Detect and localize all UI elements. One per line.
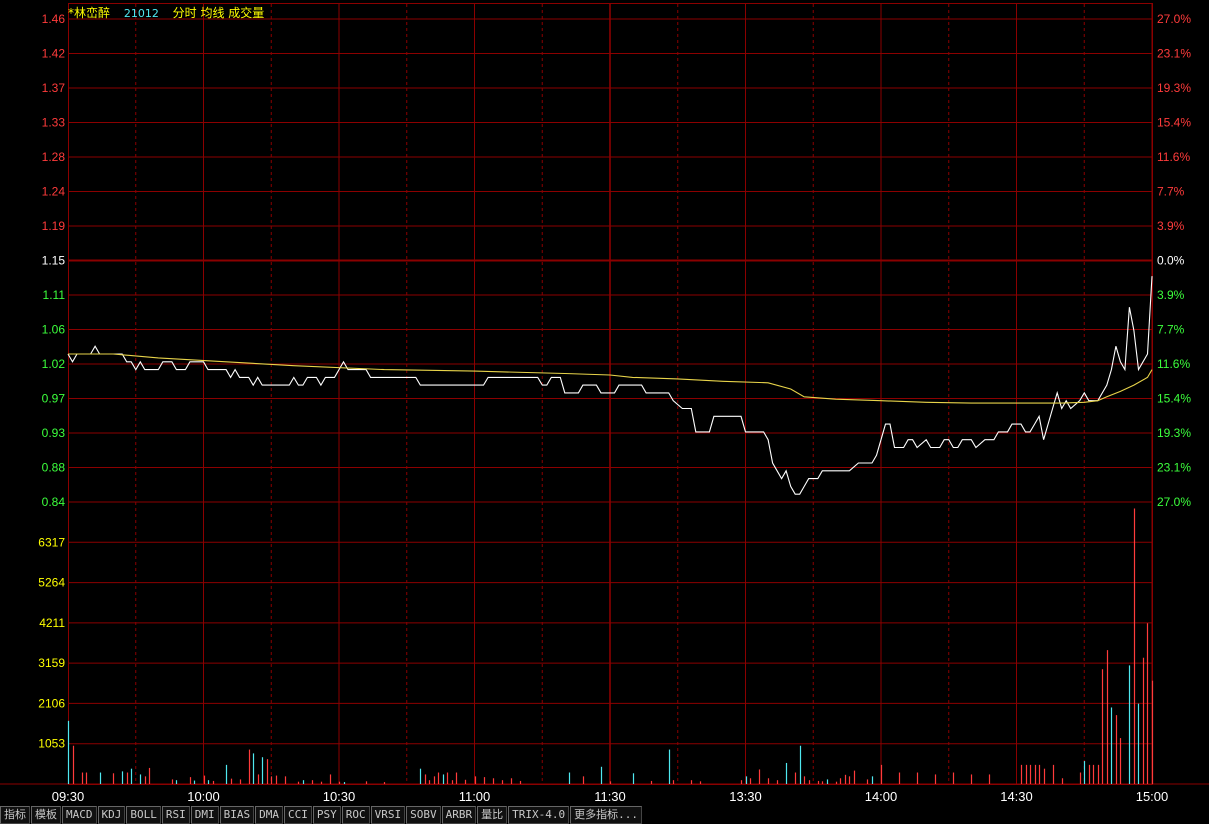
price-tick-label: 1.02	[42, 357, 66, 371]
indicator-tab[interactable]: BOLL	[126, 806, 161, 824]
time-tick-label: 10:00	[187, 789, 220, 804]
price-tick-label: 1.33	[42, 116, 66, 130]
price-tick-label: 0.88	[42, 461, 66, 475]
volume-tick-label: 3159	[38, 656, 65, 670]
time-tick-label: 09:30	[52, 789, 85, 804]
time-tick-label: 14:30	[1000, 789, 1033, 804]
indicator-tab[interactable]: PSY	[312, 806, 341, 824]
indicator-tab[interactable]: DMA	[255, 806, 283, 824]
indicator-tab[interactable]: DMI	[190, 806, 219, 824]
indicator-tab[interactable]: KDJ	[97, 806, 126, 824]
price-tick-label: 1.37	[42, 81, 66, 95]
volume-tick-label: 2106	[38, 696, 65, 710]
percent-tick-label: 23.1%	[1157, 47, 1191, 61]
price-tick-label: 0.93	[42, 426, 66, 440]
percent-tick-label: 19.3%	[1157, 426, 1191, 440]
percent-tick-label: 11.6%	[1157, 150, 1190, 164]
indicator-tabs: 指标 模板 MACD KDJ BOLL RSI DMI BIAS DMA CCI PSY ROC VRS…	[0, 806, 1209, 824]
percent-tick-label: 27.0%	[1157, 495, 1191, 509]
price-tick-label: 1.46	[42, 12, 66, 26]
time-axis: 09:30 10:00 10:30 11:00 11:30 13:30 14:00 14:30…	[52, 789, 1169, 804]
time-tick-label: 10:30	[323, 789, 356, 804]
chart-header: *林峦醉 21012 分时 均线 成交量	[68, 4, 274, 21]
price-tick-label: 1.15	[42, 254, 66, 268]
indicator-tab[interactable]: TRIX-4.0	[508, 806, 570, 824]
chart-grid	[0, 3, 1209, 785]
indicator-tab[interactable]: 更多指标...	[570, 806, 642, 824]
indicator-tab[interactable]: 量比	[477, 806, 508, 824]
indicator-tab[interactable]: RSI	[161, 806, 190, 824]
intraday-chart[interactable]: 1.46 1.42 1.37 1.33 1.28 1.24 1.19 1.15 1.11 1.06…	[0, 0, 1209, 806]
price-tick-label: 1.06	[42, 323, 66, 337]
time-tick-label: 11:00	[459, 789, 491, 804]
volume-tick-label: 6317	[38, 535, 65, 549]
percent-tick-label: 3.9%	[1157, 288, 1185, 302]
indicator-tab[interactable]: VRSI	[370, 806, 406, 824]
percent-tick-label: 7.7%	[1157, 185, 1185, 199]
time-tick-label: 15:00	[1136, 789, 1169, 804]
volume-tick-label: 4211	[39, 616, 65, 630]
volume-axis: 6317 5264 4211 3159 2106 1053	[38, 535, 65, 750]
volume-tick-label: 1053	[38, 737, 65, 751]
percent-tick-label: 15.4%	[1157, 116, 1191, 130]
indicator-tab[interactable]: MACD	[62, 806, 97, 824]
percent-tick-label: 3.9%	[1157, 219, 1185, 233]
price-tick-label: 1.11	[43, 288, 66, 302]
price-tick-label: 1.19	[42, 219, 66, 233]
chart-modes: 分时 均线 成交量	[172, 6, 265, 20]
indicator-tab[interactable]: ARBR	[441, 806, 477, 824]
indicator-tab[interactable]: 模板	[31, 806, 61, 824]
percent-axis: 27.0% 23.1% 19.3% 15.4% 11.6% 7.7% 3.9% 0.0% 3.9…	[1157, 12, 1191, 509]
volume-tick-label: 5264	[38, 576, 65, 590]
price-tick-label: 0.84	[42, 495, 66, 509]
percent-tick-label: 27.0%	[1157, 12, 1191, 26]
indicator-tab[interactable]: SOBV	[406, 806, 441, 824]
percent-tick-label: 0.0%	[1157, 254, 1185, 268]
percent-tick-label: 7.7%	[1157, 323, 1185, 337]
indicator-tab[interactable]: 指标	[0, 806, 30, 824]
time-tick-label: 14:00	[865, 789, 898, 804]
percent-tick-label: 11.6%	[1157, 357, 1190, 371]
indicator-tab[interactable]: BIAS	[219, 806, 255, 824]
price-tick-label: 1.24	[42, 185, 66, 199]
percent-tick-label: 23.1%	[1157, 461, 1191, 475]
time-tick-label: 13:30	[729, 789, 762, 804]
stock-code: 21012	[123, 7, 159, 20]
time-tick-label: 11:30	[594, 789, 626, 804]
price-tick-label: 1.42	[42, 47, 66, 61]
percent-tick-label: 19.3%	[1157, 81, 1191, 95]
indicator-tab[interactable]: CCI	[284, 806, 312, 824]
percent-tick-label: 15.4%	[1157, 392, 1191, 406]
indicator-tab[interactable]: ROC	[341, 806, 370, 824]
stock-name: *林峦醉	[68, 6, 111, 20]
price-tick-label: 0.97	[42, 392, 66, 406]
price-axis: 1.46 1.42 1.37 1.33 1.28 1.24 1.19 1.15 1.11 1.06…	[42, 12, 66, 509]
price-tick-label: 1.28	[42, 150, 66, 164]
